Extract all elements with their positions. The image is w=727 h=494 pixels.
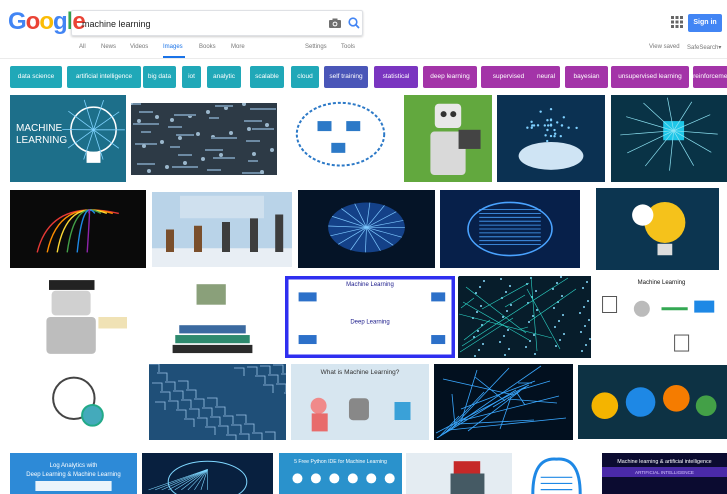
banner-subtitle: ARTIFICIAL INTELLIGENCE bbox=[635, 470, 694, 475]
graduate-robot-image[interactable] bbox=[10, 276, 140, 358]
tab-tools[interactable]: Tools bbox=[341, 44, 355, 50]
flow-diagram-title: Machine Learning bbox=[638, 280, 686, 286]
dl-diagram-title: Deep Learning bbox=[350, 320, 389, 326]
braingear-graphic bbox=[52, 376, 104, 427]
ml-lightbulb-caption: MACHINE LEARNING bbox=[16, 123, 68, 146]
search-input[interactable] bbox=[80, 14, 314, 34]
log-analytics-image[interactable]: Log Analytics with Deep Learning & Machi… bbox=[10, 453, 137, 494]
related-search-chip[interactable]: cloud bbox=[291, 66, 319, 88]
mldl-graphic: Machine Learning Deep Learning bbox=[285, 276, 455, 358]
banner-title: Machine learning & artificial intelligen… bbox=[617, 459, 711, 465]
brainoutline-graphic bbox=[531, 457, 582, 494]
robot-books-image[interactable] bbox=[146, 276, 279, 358]
gradrobot-graphic bbox=[46, 280, 127, 354]
whatis-graphic: What is Machine Learning? bbox=[310, 369, 411, 432]
related-search-chip[interactable]: bayesian bbox=[565, 66, 608, 88]
related-search-chip[interactable]: data science bbox=[10, 66, 62, 88]
related-search-chip[interactable]: artificial intelligence bbox=[67, 66, 141, 88]
ml-diagram-title: Machine Learning bbox=[346, 282, 394, 288]
related-search-chip[interactable]: scalable bbox=[250, 66, 284, 88]
gear-bulb-image[interactable] bbox=[596, 188, 719, 270]
brain-glow-graphic bbox=[328, 202, 405, 253]
logo-letter: G bbox=[8, 8, 27, 35]
glowing-brain-image[interactable] bbox=[298, 190, 435, 268]
ml-flow-diagram-image[interactable]: Machine Learning bbox=[596, 276, 727, 358]
log-graphic: Log Analytics with Deep Learning & Machi… bbox=[26, 463, 121, 491]
robot-reading-image[interactable] bbox=[404, 95, 492, 182]
evolution-infographic-image[interactable] bbox=[152, 192, 292, 267]
circuit-board-image[interactable] bbox=[131, 103, 277, 175]
related-search-chip[interactable]: supervised bbox=[481, 66, 536, 88]
view-saved-link[interactable]: View saved bbox=[649, 44, 680, 50]
logo-letter: o bbox=[25, 8, 41, 35]
tab-videos[interactable]: Videos bbox=[130, 44, 148, 50]
brain-diagram-image[interactable] bbox=[283, 95, 398, 182]
blue-brain-outline-image[interactable] bbox=[517, 453, 596, 494]
ml-vs-dl-diagram-image[interactable]: Machine Learning Deep Learning bbox=[285, 276, 455, 358]
safesearch-menu[interactable]: SafeSearch▾ bbox=[687, 44, 721, 51]
tab-news[interactable]: News bbox=[101, 44, 116, 50]
python-ide-title: 5 Free Python IDE for Machine Learning bbox=[294, 459, 387, 465]
logo-letter: g bbox=[53, 8, 68, 35]
logo-letter: o bbox=[39, 8, 54, 35]
related-search-chip[interactable]: iot bbox=[182, 66, 201, 88]
ml-ai-banner-image[interactable]: Machine learning & artificial intelligen… bbox=[602, 453, 727, 494]
sign-in-button[interactable]: Sign in bbox=[688, 14, 722, 32]
tab-settings[interactable]: Settings bbox=[305, 44, 327, 50]
robot-toy-image[interactable] bbox=[406, 453, 512, 494]
brain-gear-icon-image[interactable] bbox=[10, 365, 143, 439]
related-search-chip[interactable]: analytic bbox=[207, 66, 241, 88]
holo-graphic bbox=[148, 460, 248, 494]
toyrobot-graphic bbox=[450, 461, 485, 494]
search-icon[interactable] bbox=[346, 15, 362, 31]
brain-color-graphic bbox=[36, 209, 119, 253]
network-graphic bbox=[620, 97, 718, 171]
search-box[interactable] bbox=[71, 10, 363, 36]
ml-concept-icons-image[interactable] bbox=[578, 365, 727, 439]
tab-images[interactable]: Images bbox=[163, 44, 183, 50]
network-diagram-image[interactable] bbox=[611, 95, 727, 182]
circuit-brain-image[interactable] bbox=[440, 190, 580, 268]
related-search-chip[interactable]: neural bbox=[532, 66, 560, 88]
related-search-chip[interactable]: statistical bbox=[374, 66, 418, 88]
banner-graphic: Machine learning & artificial intelligen… bbox=[602, 459, 727, 477]
lines-graphic bbox=[435, 365, 567, 439]
related-search-chip[interactable]: reinforcement bbox=[693, 66, 727, 88]
colorful-brain-image[interactable] bbox=[10, 190, 146, 268]
tab-books[interactable]: Books bbox=[199, 44, 216, 50]
ml-lightbulb-image[interactable]: MACHINE LEARNING bbox=[10, 95, 126, 182]
related-search-chip[interactable]: unsupervised learning bbox=[611, 66, 689, 88]
apps-grid-icon[interactable] bbox=[671, 16, 683, 28]
what-is-ml-title: What is Machine Learning? bbox=[321, 369, 400, 376]
related-search-chip[interactable]: big data bbox=[143, 66, 176, 88]
tab-all[interactable]: All bbox=[79, 44, 86, 50]
robot-graphic bbox=[430, 103, 481, 176]
python-ide-image[interactable]: 5 Free Python IDE for Machine Learning bbox=[279, 453, 402, 494]
digital-hand-image[interactable] bbox=[497, 95, 605, 182]
related-search-chip[interactable]: deep learning bbox=[423, 66, 477, 88]
what-is-ml-image[interactable]: What is Machine Learning? bbox=[291, 364, 429, 440]
related-search-chip[interactable]: self training bbox=[324, 66, 368, 88]
log-analytics-title-line2: Deep Learning & Machine Learning bbox=[26, 472, 120, 478]
nav-divider bbox=[0, 58, 727, 59]
python-graphic: 5 Free Python IDE for Machine Learning bbox=[292, 459, 395, 484]
circuit-graphic bbox=[131, 103, 276, 174]
blue-network-lines-image[interactable] bbox=[434, 364, 573, 440]
concept-graphic bbox=[591, 384, 717, 420]
books-graphic bbox=[172, 284, 253, 354]
gearbulb-graphic bbox=[632, 201, 686, 256]
brain-circuit-graphic bbox=[467, 201, 553, 257]
blue-circuit-pattern-image[interactable] bbox=[149, 364, 286, 440]
camera-icon[interactable] bbox=[327, 15, 343, 31]
tab-more[interactable]: More bbox=[231, 44, 245, 50]
datanet-graphic bbox=[458, 276, 591, 357]
pattern-graphic bbox=[149, 364, 286, 440]
brain-blue-graphic bbox=[295, 101, 386, 167]
evolution-graphic bbox=[152, 195, 292, 267]
data-network-image[interactable] bbox=[458, 276, 591, 358]
brain-hologram-image[interactable] bbox=[142, 453, 273, 494]
hand-graphic bbox=[518, 107, 584, 170]
flow-graphic: Machine Learning bbox=[602, 280, 715, 352]
log-analytics-title-line1: Log Analytics with bbox=[50, 463, 98, 469]
